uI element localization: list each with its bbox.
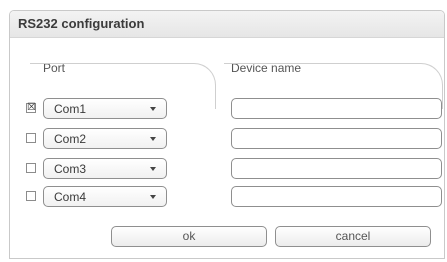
device-name-input[interactable] [231,128,442,149]
rs232-dialog: RS232 configuration Port Device name ☒ C… [9,10,445,259]
enable-checkbox[interactable]: ☒ [26,103,36,113]
device-name-input[interactable] [231,158,442,179]
enable-checkbox[interactable] [26,163,36,173]
port-row: Com4 [10,186,444,208]
port-row: Com3 [10,158,444,180]
port-select-value: Com1 [54,102,87,116]
chevron-down-icon [150,107,156,111]
port-select-value: Com2 [54,132,87,146]
device-name-input[interactable] [231,186,442,207]
port-select[interactable]: Com4 [43,186,167,207]
chevron-down-icon [150,195,156,199]
port-select[interactable]: Com3 [43,158,167,179]
chevron-down-icon [150,137,156,141]
chevron-down-icon [150,167,156,171]
enable-checkbox[interactable] [26,191,36,201]
dialog-title: RS232 configuration [18,16,145,31]
ok-button[interactable]: ok [111,226,267,247]
cancel-button[interactable]: cancel [275,226,431,247]
port-row: Com2 [10,128,444,150]
port-select[interactable]: Com1 [43,98,167,119]
port-select-value: Com3 [54,162,87,176]
port-select[interactable]: Com2 [43,128,167,149]
port-row: ☒ Com1 [10,98,444,120]
dialog-titlebar: RS232 configuration [10,11,444,38]
enable-checkbox[interactable] [26,133,36,143]
device-name-input[interactable] [231,98,442,119]
port-select-value: Com4 [54,190,87,204]
